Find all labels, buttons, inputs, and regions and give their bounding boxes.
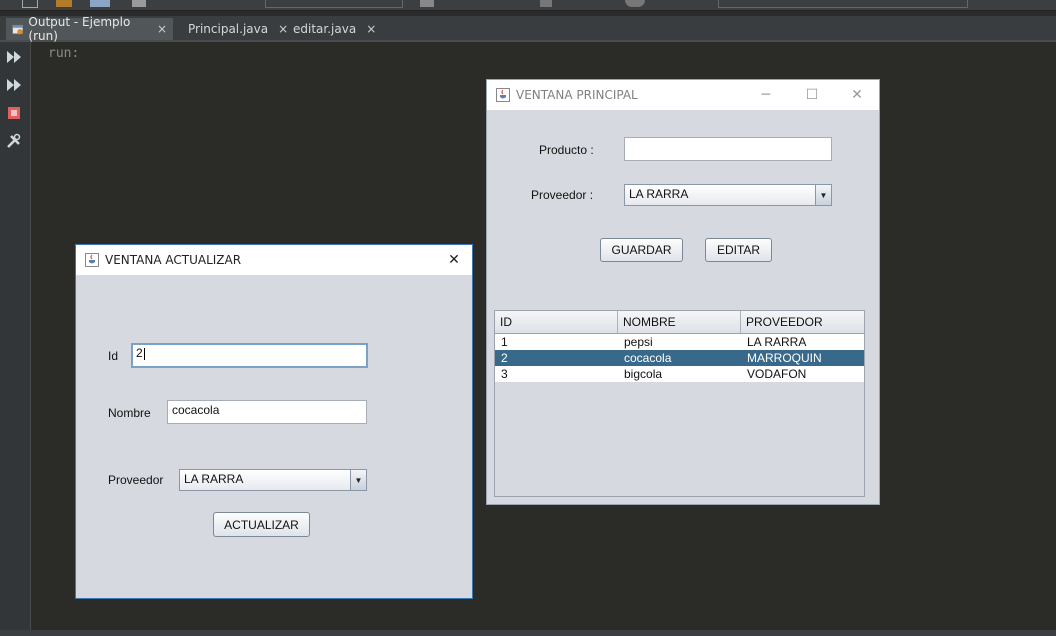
productos-table[interactable]: ID NOMBRE PROVEEDOR 1 pepsi LA RARRA 2 c… (494, 310, 865, 497)
output-action-gutter (0, 42, 31, 636)
tab-principal-java[interactable]: Principal.java × (178, 18, 288, 40)
window-title: VENTANA PRINCIPAL (516, 88, 638, 102)
quick-search-box[interactable] (718, 0, 968, 8)
column-header-nombre[interactable]: NOMBRE (618, 311, 741, 333)
proveedor-label: Proveedor : (531, 188, 594, 202)
save-icon[interactable] (90, 0, 110, 7)
table-row[interactable]: 1 pepsi LA RARRA (495, 334, 864, 350)
proveedor-select[interactable]: LA RARRA ▼ (179, 469, 367, 491)
close-icon[interactable]: × (157, 22, 167, 36)
ide-toolbar (0, 0, 1056, 11)
output-window-icon (12, 24, 24, 34)
chevron-down-icon[interactable]: ▼ (350, 470, 366, 490)
id-input-value: 2 (136, 346, 143, 360)
close-button[interactable]: ✕ (434, 245, 474, 275)
proveedor-selected-value: LA RARRA (629, 187, 689, 201)
nombre-label: Nombre (108, 406, 151, 420)
window-principal: VENTANA PRINCIPAL ─ ☐ ✕ Producto : Prove… (486, 79, 880, 505)
editor-tab-bar: Output - Ejemplo (run) × Principal.java … (0, 15, 1056, 43)
rerun-with-options-icon[interactable] (6, 77, 22, 93)
id-label: Id (108, 349, 119, 363)
maximize-button[interactable]: ☐ (789, 80, 835, 110)
table-cell: 3 (501, 367, 508, 381)
producto-input[interactable] (624, 137, 832, 161)
editar-button[interactable]: EDITAR (705, 238, 772, 262)
tab-label: Output - Ejemplo (run) (28, 15, 131, 43)
tab-editar-java[interactable]: editar.java × (282, 18, 376, 40)
rerun-icon[interactable] (6, 49, 22, 65)
actualizar-button[interactable]: ACTUALIZAR (213, 512, 310, 537)
window-actualizar: VENTANA ACTUALIZAR ✕ Id 2 Nombre cocacol… (75, 244, 473, 599)
table-cell: MARROQUIN (747, 351, 822, 365)
table-cell: cocacola (624, 351, 672, 365)
guardar-button[interactable]: GUARDAR (600, 238, 683, 262)
table-cell: bigcola (624, 367, 663, 381)
text-caret (143, 347, 145, 360)
table-row[interactable]: 3 bigcola VODAFON (495, 366, 864, 382)
close-button[interactable]: ✕ (834, 80, 880, 110)
table-cell: VODAFON (747, 367, 807, 381)
java-cup-icon (85, 253, 99, 267)
tab-label: Principal.java (188, 22, 269, 36)
proveedor-selected-value: LA RARRA (184, 472, 244, 486)
search-box[interactable] (265, 0, 403, 8)
table-cell: 2 (501, 351, 508, 365)
console-run-text: run: (48, 46, 80, 61)
chevron-down-icon[interactable]: ▼ (815, 185, 831, 205)
open-project-icon[interactable] (56, 0, 72, 7)
undo-icon[interactable] (132, 0, 146, 7)
proveedor-select[interactable]: LA RARRA ▼ (624, 184, 832, 206)
producto-label: Producto : (539, 143, 594, 157)
window-title-bar[interactable]: VENTANA PRINCIPAL ─ ☐ ✕ (487, 80, 879, 110)
nombre-input[interactable]: cocacola (167, 400, 367, 424)
new-file-icon[interactable] (22, 0, 38, 8)
window-title: VENTANA ACTUALIZAR (105, 253, 242, 267)
stop-icon[interactable] (6, 105, 22, 121)
proveedor-label: Proveedor (108, 473, 164, 487)
table-cell: pepsi (624, 335, 653, 349)
table-cell: LA RARRA (747, 335, 807, 349)
debug-icon[interactable] (625, 0, 645, 7)
minimize-button[interactable]: ─ (743, 80, 789, 110)
tab-output[interactable]: Output - Ejemplo (run) × (6, 15, 173, 43)
table-header: ID NOMBRE PROVEEDOR (495, 311, 864, 334)
window-title-bar[interactable]: VENTANA ACTUALIZAR ✕ (76, 245, 472, 275)
id-input[interactable]: 2 (131, 343, 368, 368)
column-header-id[interactable]: ID (495, 311, 618, 333)
column-header-proveedor[interactable]: PROVEEDOR (741, 311, 864, 333)
java-cup-icon (496, 88, 510, 102)
table-row[interactable]: 2 cocacola MARROQUIN (495, 350, 864, 366)
tab-label: editar.java (293, 22, 357, 36)
status-bar (0, 630, 1056, 636)
close-icon[interactable]: × (366, 22, 376, 36)
build-icon[interactable] (420, 0, 434, 7)
settings-icon[interactable] (6, 133, 22, 149)
run-icon[interactable] (540, 0, 552, 7)
table-cell: 1 (501, 335, 508, 349)
